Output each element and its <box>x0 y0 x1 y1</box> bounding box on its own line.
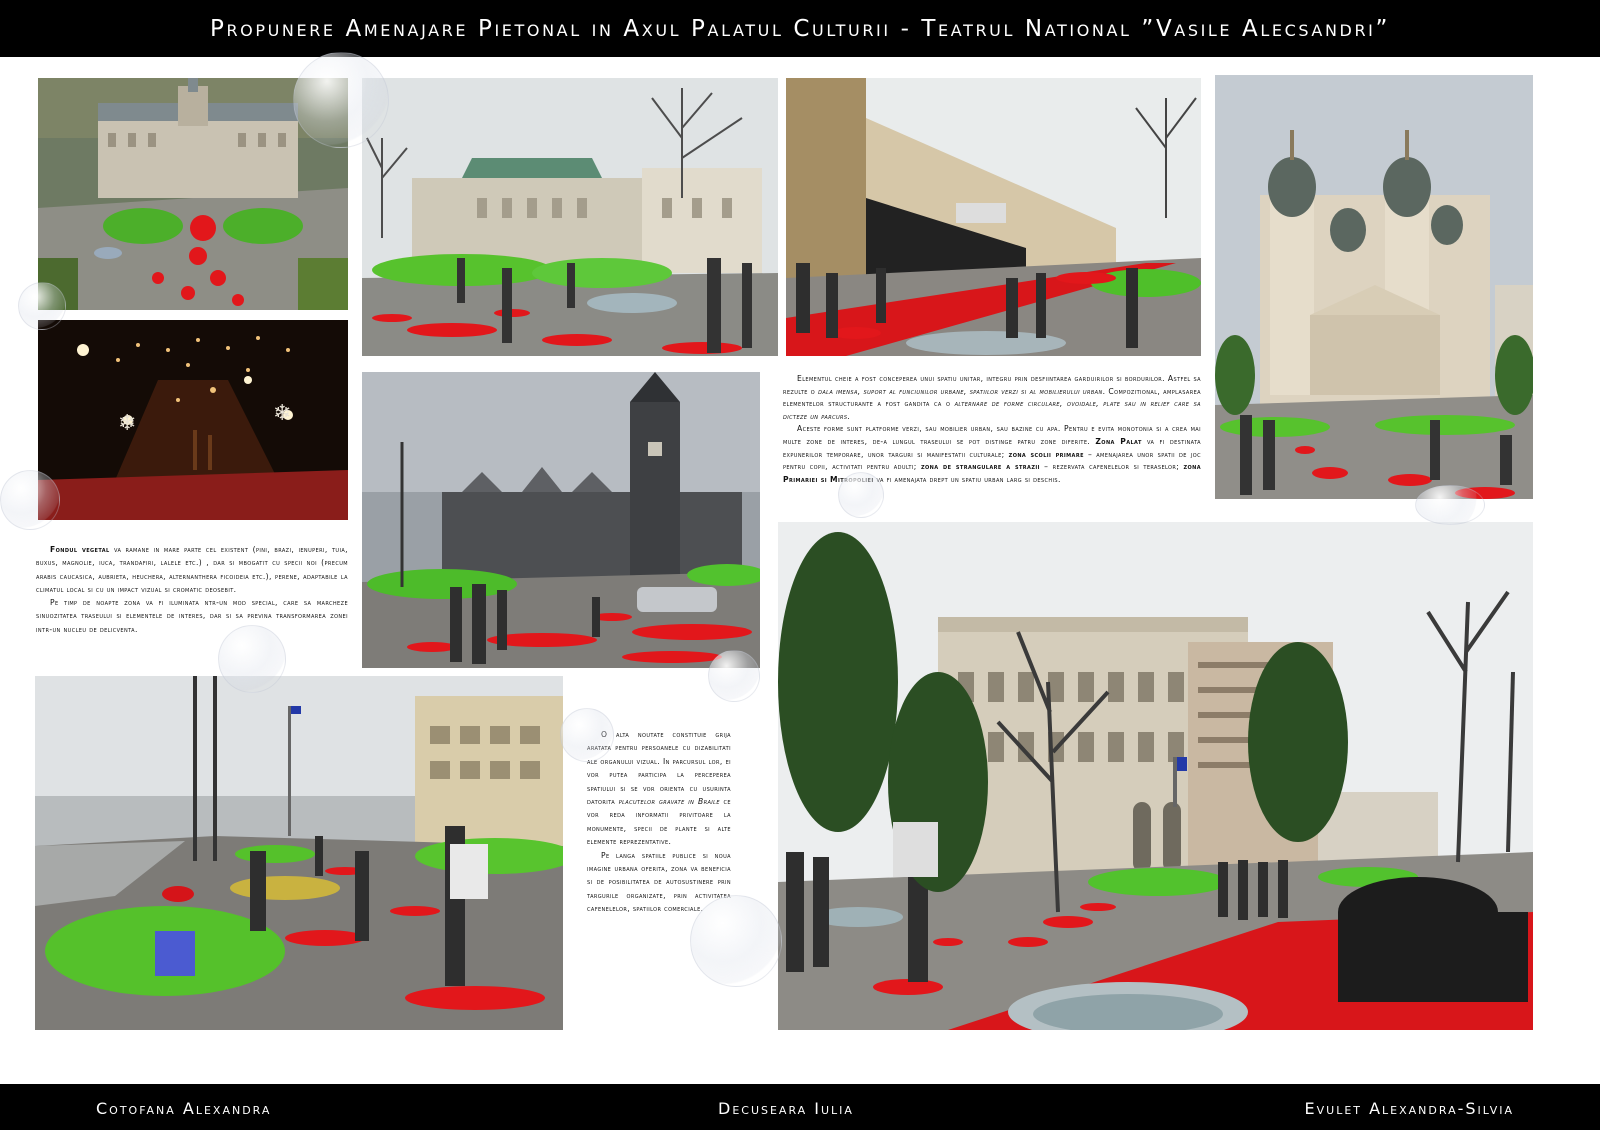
footer-band: Cotofana Alexandra Decuseara Iulia Evule… <box>0 1084 1600 1130</box>
concept-text-6: – rezervata cafenelelor si teraselor; <box>1039 462 1184 472</box>
header-band: Propunere Amenajare Pietonal in Axul Pal… <box>0 0 1600 57</box>
author-left: Cotofana Alexandra <box>96 1099 272 1118</box>
svg-text:❄: ❄ <box>273 401 291 426</box>
page-title: Propunere Amenajare Pietonal in Axul Pal… <box>209 15 1390 42</box>
city-hall-plaza-photo <box>778 522 1533 1030</box>
author-center: Decuseara Iulia <box>718 1099 854 1118</box>
aerial-palace-photo <box>38 78 348 310</box>
vegetation-bold-lead: Fondul vegetal <box>50 545 110 554</box>
concept-italic-1: dala imensa, suport al funciunilor urban… <box>818 386 1103 396</box>
concept-description: Elementul cheie a fost conceperea unui s… <box>783 373 1201 486</box>
accessibility-paragraph-2: Pe langa spatiile publice si noua imagin… <box>587 850 731 914</box>
zone-school-label: zona scolii primare <box>1008 449 1084 459</box>
night-lights-photo: ❄ ❄ <box>38 320 348 520</box>
accessibility-text-1: O alta noutate constituie grija aratata … <box>587 730 731 807</box>
boulevard-people-photo <box>35 676 563 1030</box>
vegetation-paragraph-2: Pe timp de noapte zona va fi iluminata n… <box>36 598 348 634</box>
cathedral-photo <box>1215 75 1533 499</box>
accessibility-description: O alta noutate constituie grija aratata … <box>587 728 731 916</box>
author-right: Evulet Alexandra-Silvia <box>1304 1099 1514 1118</box>
street-cafes-photo <box>786 78 1201 356</box>
zone-palat-label: Zona Palat <box>1095 436 1142 446</box>
braille-plates-italic: placutelor gravate in Braile <box>618 797 720 807</box>
plaza-mounds-photo <box>362 78 778 356</box>
concept-text-7: va fi amenajata drept un spatiu urban la… <box>873 474 1061 484</box>
vegetation-description: Fondul vegetal va ramane in mare parte c… <box>36 543 348 636</box>
zone-narrowing-label: zona de strangulare a strazii <box>921 462 1040 472</box>
svg-text:❄: ❄ <box>118 411 136 436</box>
palace-of-culture-photo <box>362 372 760 668</box>
